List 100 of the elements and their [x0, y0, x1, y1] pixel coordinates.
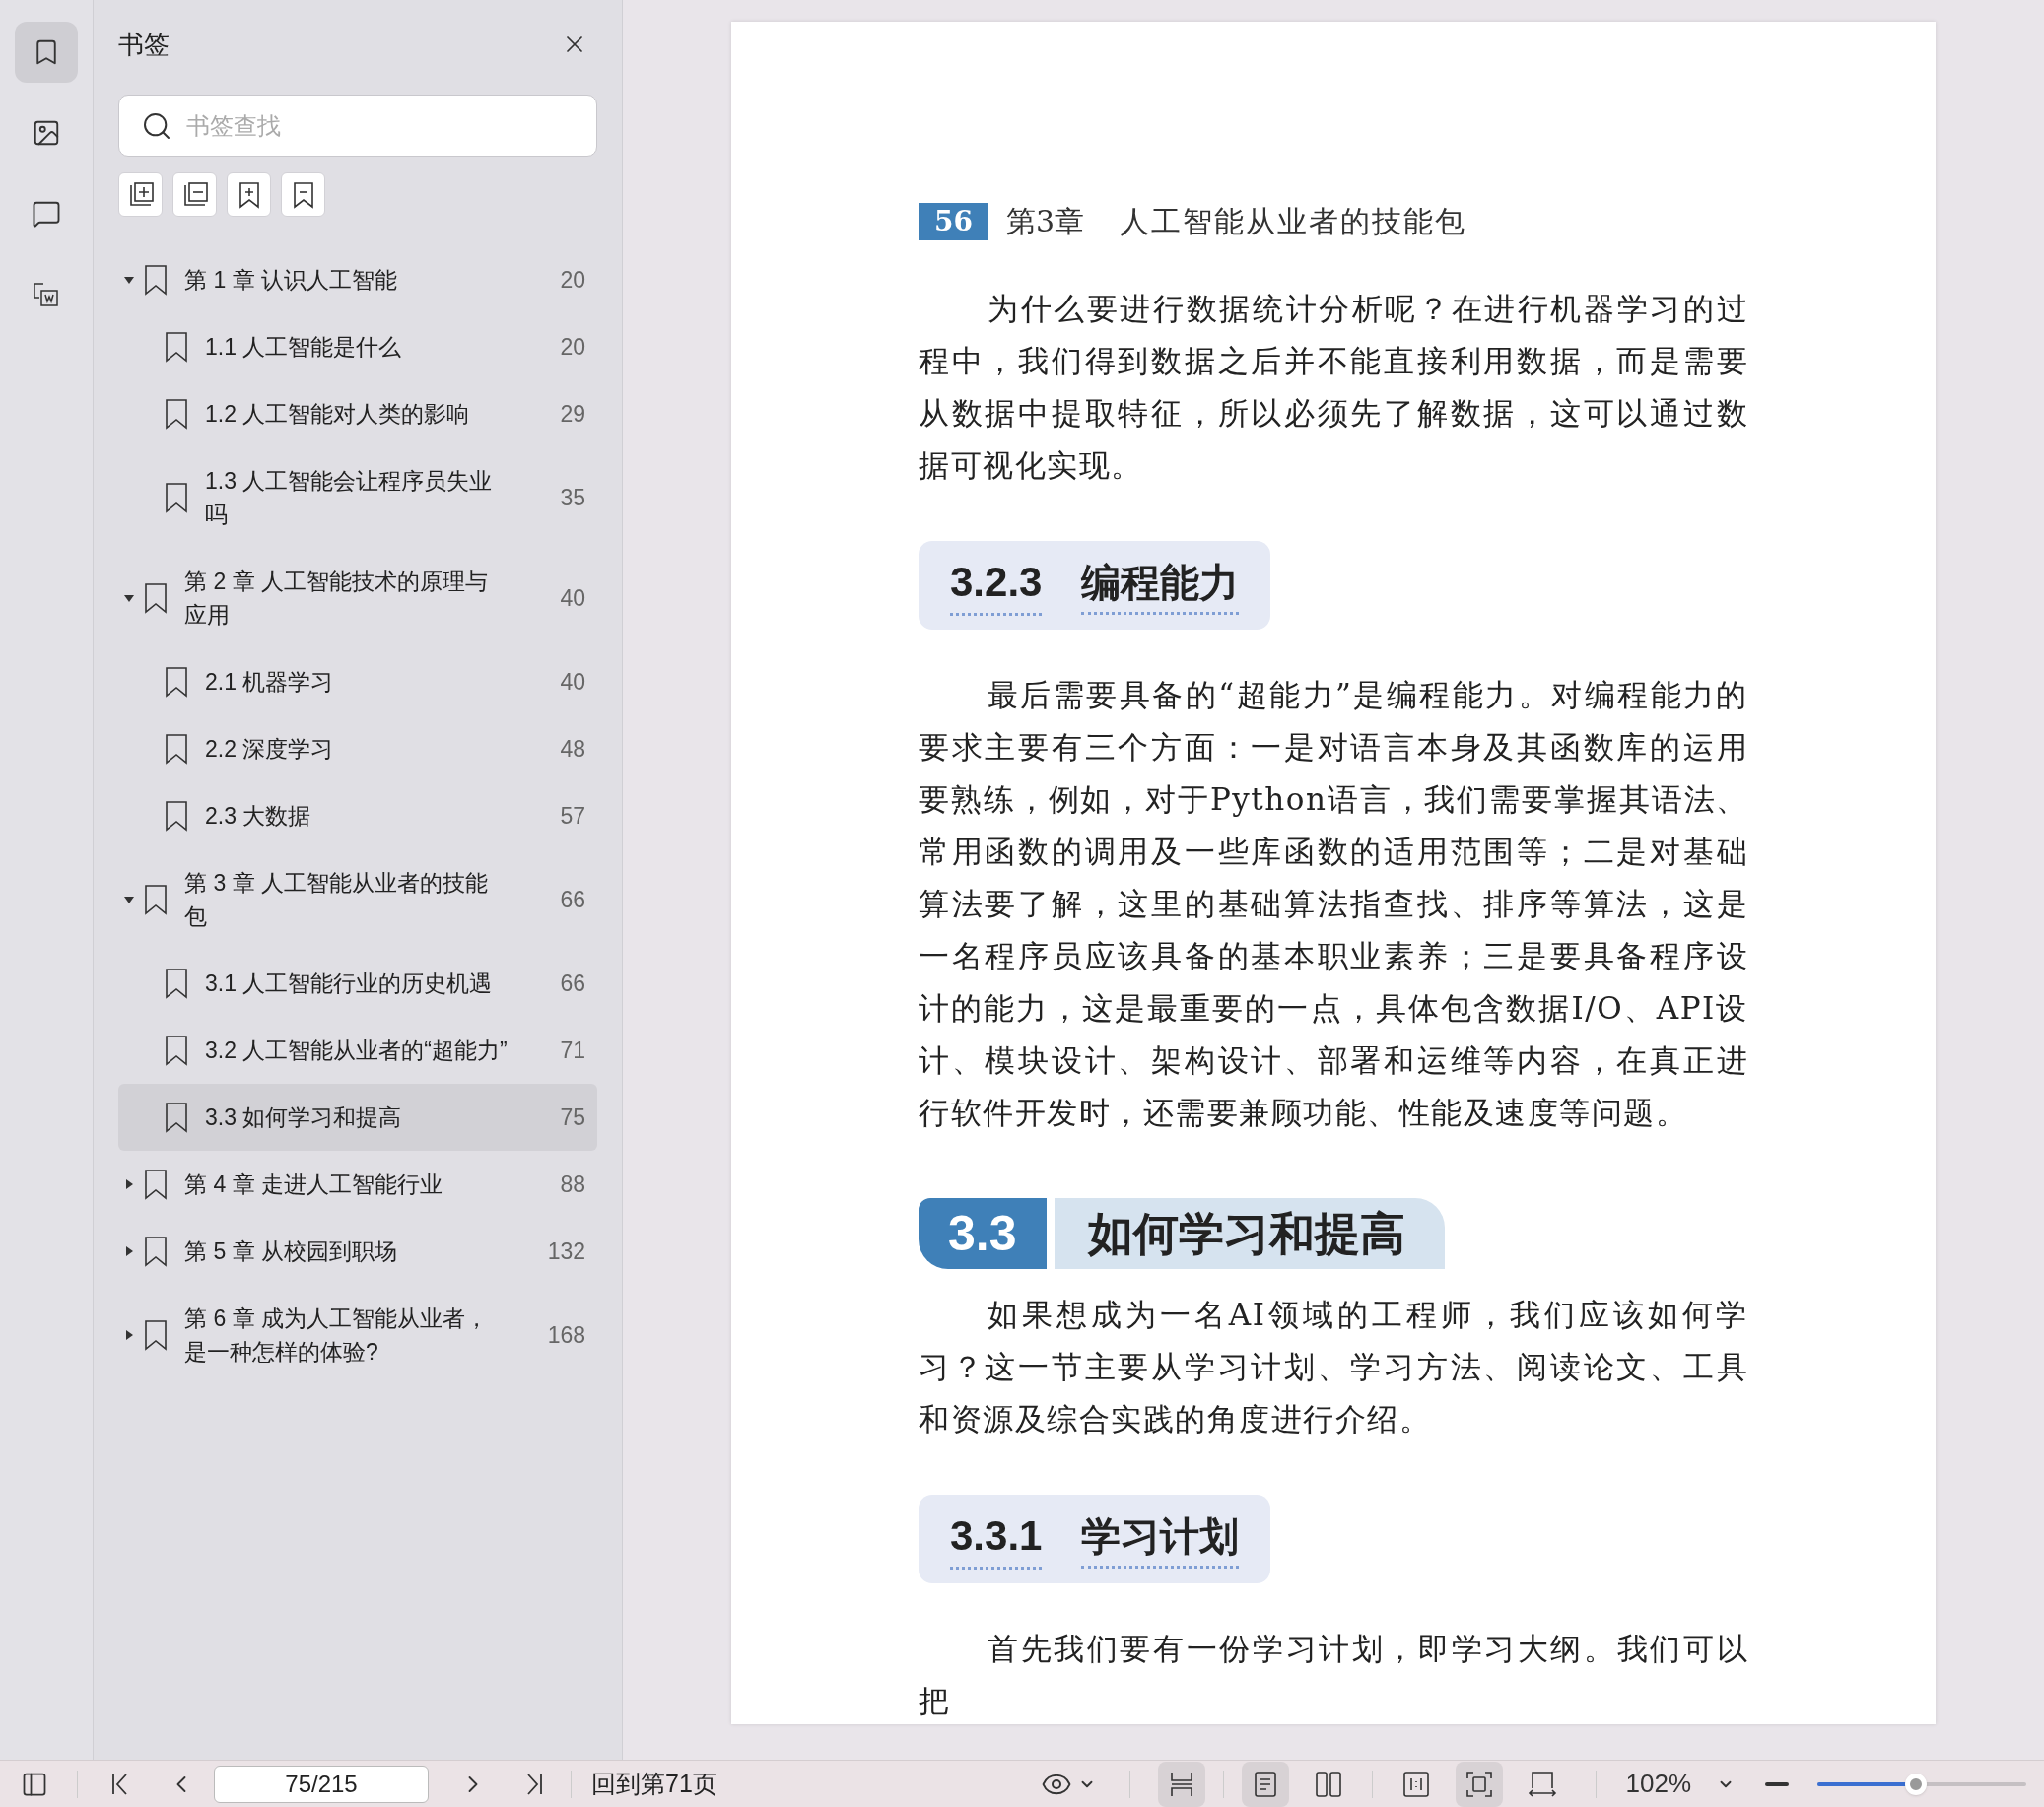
- document-w-icon: [32, 280, 61, 309]
- section-number: 3.3: [919, 1198, 1047, 1269]
- bookmark-icon: [164, 968, 189, 999]
- triangle-icon[interactable]: [123, 1245, 135, 1257]
- bookmark-icon: [164, 800, 189, 832]
- triangle-icon[interactable]: [123, 274, 135, 286]
- subsection-title: 编程能力: [1081, 552, 1240, 615]
- page-number: 20: [560, 333, 585, 362]
- bookmark-icon: [164, 666, 189, 698]
- bookmark-icon: [143, 1236, 169, 1267]
- bookmark-icon: [143, 884, 169, 915]
- triangle-icon[interactable]: [123, 1178, 135, 1190]
- bookmark-item[interactable]: 2.3 大数据 57: [118, 782, 597, 849]
- page-number: 168: [547, 1321, 585, 1350]
- bookmark-item[interactable]: 第 5 章 从校园到职场 132: [118, 1218, 597, 1285]
- search-field[interactable]: 书签查找: [118, 95, 597, 157]
- bookmark-title: 第 3 章 人工智能从业者的技能包: [184, 869, 489, 931]
- bookmark-icon: [164, 1035, 189, 1066]
- page-number: 66: [560, 886, 585, 914]
- page-number: 71: [560, 1037, 585, 1065]
- single-page-icon: [1252, 1770, 1278, 1798]
- bookmark-item[interactable]: 第 6 章 成为人工智能从业者，是一种怎样的体验? 168: [118, 1285, 597, 1385]
- panel-title: 书签: [118, 28, 170, 61]
- bookmark-title: 3.3 如何学习和提高: [205, 1104, 403, 1132]
- rail-tab[interactable]: [15, 22, 78, 83]
- page-field[interactable]: 75/215: [214, 1765, 429, 1803]
- page-number: 35: [560, 484, 585, 512]
- bookmark-item[interactable]: 3.1 人工智能行业的历史机遇 66: [118, 950, 597, 1017]
- running-header-chapter: 第3章: [1005, 203, 1085, 240]
- bookmark-icon: [164, 331, 189, 363]
- subsection-number: 3.2.3: [950, 551, 1043, 616]
- bookmark-icon: [164, 733, 189, 765]
- running-header-title: 人工智能从业者的技能包: [1120, 203, 1467, 240]
- bookmark-title: 第 2 章 人工智能技术的原理与应用: [184, 568, 489, 630]
- comment-icon: [32, 199, 61, 229]
- back-to-page-link[interactable]: 回到第71页: [591, 1765, 717, 1803]
- bookmark-item[interactable]: 2.1 机器学习 40: [118, 648, 597, 715]
- bookmark-item[interactable]: 3.2 人工智能从业者的“超能力” 71: [118, 1017, 597, 1084]
- triangle-icon[interactable]: [123, 894, 135, 905]
- zoom-dropdown[interactable]: 102%: [1625, 1765, 1735, 1803]
- page-number: 40: [560, 584, 585, 613]
- bookmark-item[interactable]: 第 2 章 人工智能技术的原理与应用 40: [118, 548, 597, 648]
- bookmark-tool-button[interactable]: [281, 172, 325, 217]
- two-page-icon: [1314, 1770, 1342, 1798]
- slider-thumb[interactable]: [1904, 1773, 1927, 1795]
- bookmark-title: 2.2 深度学习: [205, 735, 335, 764]
- triangle-icon[interactable]: [123, 1329, 135, 1341]
- zoom-slider-track[interactable]: [1817, 1781, 2026, 1786]
- page-number: 66: [560, 970, 585, 998]
- bookmark-icon: [143, 1169, 169, 1200]
- bookmark-item[interactable]: 3.3 如何学习和提高 75: [118, 1084, 597, 1151]
- layout-button[interactable]: [1241, 1761, 1289, 1807]
- image-icon: [32, 118, 61, 148]
- bookmark-item[interactable]: 1.3 人工智能会让程序员失业吗 35: [118, 447, 597, 548]
- page-number: 29: [560, 400, 585, 429]
- triangle-icon[interactable]: [123, 592, 135, 604]
- bookmark-tool-button[interactable]: [118, 172, 163, 217]
- bookmark-tool-button[interactable]: [172, 172, 217, 217]
- bookmark-item[interactable]: 第 3 章 人工智能从业者的技能包 66: [118, 849, 597, 950]
- bookmark-title: 1.3 人工智能会让程序员失业吗: [205, 467, 494, 529]
- search-input[interactable]: 书签查找: [186, 107, 575, 144]
- bookmark-title: 3.2 人工智能从业者的“超能力”: [205, 1037, 509, 1065]
- body-paragraph: 如果想成为一名AI领域的工程师，我们应该如何学习？这一节主要从学习计划、学习方法、阅读论文、工具和资源及综合实践的角度进行介绍。: [919, 1296, 1748, 1439]
- page-number-badge: 56: [919, 202, 988, 240]
- bookmark-icon: [164, 1102, 189, 1133]
- minus-icon: [1765, 1781, 1789, 1786]
- page-number: 132: [547, 1238, 585, 1266]
- bookmark-title: 1.1 人工智能是什么: [205, 333, 403, 362]
- body-paragraph: 最后需要具备的“超能力”是编程能力。对编程能力的要求主要有三个方面：一是对语言本身及其函数库的运用要熟练，例如，对于Python语言，我们需要掌握其语法、常用函数的调用及一些库函数的适用范围等；二是对基础算法要了解，这里的基础算法指查找、排序等算法，这是一名程序员应该具备的基本职业素养；三是要具备程序设计的能力，这是最重要的一点，具体包含数据I/O、API设计、模块设计、架构设计、部署和运维等内容，在真正进行软件开发时，还需要兼顾功能、性能及速度等问题。: [919, 676, 1748, 1132]
- bookmark-title: 1.2 人工智能对人类的影响: [205, 400, 471, 429]
- bookmark-icon: [164, 398, 189, 430]
- bookmark-title: 第 5 章 从校园到职场: [184, 1238, 398, 1266]
- page-number: 40: [560, 668, 585, 697]
- actual-size-icon: [1401, 1770, 1430, 1798]
- page-number: 75: [560, 1104, 585, 1132]
- zoom-fit-button[interactable]: [1455, 1761, 1503, 1807]
- fit-width-icon: [1527, 1770, 1557, 1798]
- bookmark-title: 2.3 大数据: [205, 802, 312, 831]
- bookmark-icon: [143, 264, 169, 296]
- subsection-number: 3.3.1: [950, 1505, 1043, 1570]
- subsection-title: 学习计划: [1081, 1506, 1240, 1569]
- page-number: 48: [560, 735, 585, 764]
- body-paragraph: 为什么要进行数据统计分析呢？在进行机器学习的过程中，我们得到数据之后并不能直接利用数据，而是需要从数据中提取特征，所以必须先了解数据，这可以通过数据可视化实现。: [919, 290, 1748, 485]
- bookmark-item[interactable]: 第 4 章 走进人工智能行业 88: [118, 1151, 597, 1218]
- bookmark-item[interactable]: 1.1 人工智能是什么 20: [118, 313, 597, 380]
- bookmark-item[interactable]: 2.2 深度学习 48: [118, 715, 597, 782]
- body-paragraph: 首先我们要有一份学习计划，即学习大纲。我们可以把: [919, 1630, 1748, 1720]
- page-number: 20: [560, 266, 585, 295]
- bookmark-icon: [143, 1319, 169, 1351]
- layout-button[interactable]: [1157, 1761, 1205, 1807]
- bookmark-item[interactable]: 第 1 章 认识人工智能 20: [118, 246, 597, 313]
- page-number: 57: [560, 802, 585, 831]
- bookmark-title: 2.1 机器学习: [205, 668, 335, 697]
- bookmark-title: 3.1 人工智能行业的历史机遇: [205, 970, 494, 998]
- fit-page-icon: [1465, 1770, 1493, 1798]
- bookmark-title: 第 6 章 成为人工智能从业者，是一种怎样的体验?: [184, 1305, 489, 1367]
- bookmark-item[interactable]: 1.2 人工智能对人类的影响 29: [118, 380, 597, 447]
- bookmark-tool-button[interactable]: [227, 172, 271, 217]
- bookmark-title: 第 4 章 走进人工智能行业: [184, 1171, 443, 1199]
- bookmark-title: 第 1 章 认识人工智能: [184, 266, 398, 295]
